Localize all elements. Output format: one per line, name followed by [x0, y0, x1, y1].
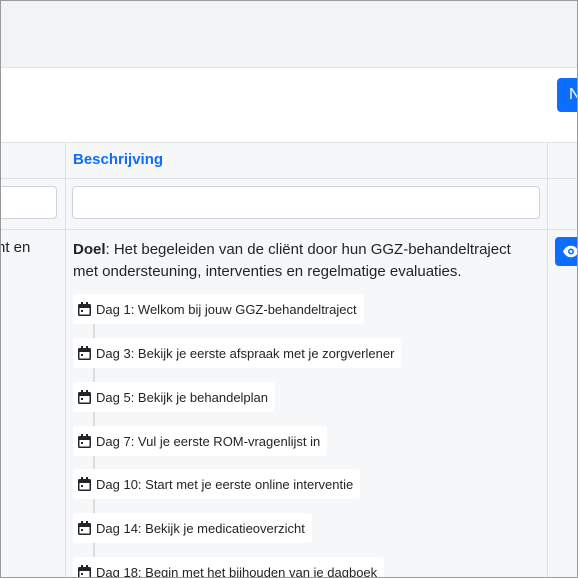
table-header-bottom-border [1, 178, 577, 179]
app-window: N Beschrijving nt en Doel: Het begeleide… [0, 0, 578, 578]
calendar-icon [78, 390, 91, 404]
day-label: Dag 10: Start met je eerste online inter… [96, 476, 354, 492]
timeline-connector [93, 543, 95, 557]
day-label: Dag 1: Welkom bij jouw GGZ-behandeltraje… [96, 301, 357, 317]
toolbar [1, 68, 577, 142]
filter-row-bottom-border [1, 229, 577, 230]
calendar-icon [78, 346, 91, 360]
column-header-beschrijving[interactable]: Beschrijving [73, 151, 163, 168]
day-label: Dag 5: Bekijk je behandelplan [96, 389, 269, 405]
filter-input-description[interactable] [72, 186, 540, 219]
new-button[interactable]: N [557, 78, 577, 112]
day-item[interactable]: Dag 3: Bekijk je eerste afspraak met je … [73, 338, 402, 368]
new-button-label: N [569, 86, 577, 103]
timeline-connector [93, 412, 95, 426]
filter-input-name[interactable] [1, 186, 57, 219]
day-item[interactable]: Dag 7: Vul je eerste ROM-vragenlijst in [73, 426, 328, 456]
calendar-icon [78, 521, 91, 535]
description-cell: Doel: Het begeleiden van de cliënt door … [73, 239, 533, 283]
calendar-icon [78, 302, 91, 316]
day-item[interactable]: Dag 5: Bekijk je behandelplan [73, 382, 276, 412]
day-item[interactable]: Dag 18: Begin met het bijhouden van je d… [73, 557, 385, 578]
day-item[interactable]: Dag 14: Bekijk je medicatieoverzicht [73, 513, 312, 543]
timeline-connector [93, 368, 95, 382]
day-item[interactable]: Dag 10: Start met je eerste online inter… [73, 469, 361, 499]
day-item[interactable]: Dag 1: Welkom bij jouw GGZ-behandeltraje… [73, 294, 364, 324]
day-label: Dag 14: Bekijk je medicatieoverzicht [96, 520, 305, 536]
column-divider [65, 142, 66, 577]
name-cell-text: nt en [0, 239, 31, 256]
goal-label: Doel [73, 241, 106, 258]
calendar-icon [78, 434, 91, 448]
calendar-icon [78, 565, 91, 577]
calendar-icon [78, 477, 91, 491]
goal-text: : Het begeleiden van de cliënt door hun … [73, 241, 511, 280]
top-bar [1, 1, 577, 68]
table-header-top-border [1, 142, 577, 143]
timeline-connector [93, 324, 95, 338]
timeline-connector [93, 499, 95, 513]
timeline-connector [93, 456, 95, 470]
day-label: Dag 7: Vul je eerste ROM-vragenlijst in [96, 433, 321, 449]
day-label: Dag 3: Bekijk je eerste afspraak met je … [96, 345, 395, 361]
eye-icon [563, 245, 577, 258]
view-button[interactable] [555, 237, 577, 266]
column-divider [547, 142, 548, 577]
day-label: Dag 18: Begin met het bijhouden van je d… [96, 564, 378, 578]
